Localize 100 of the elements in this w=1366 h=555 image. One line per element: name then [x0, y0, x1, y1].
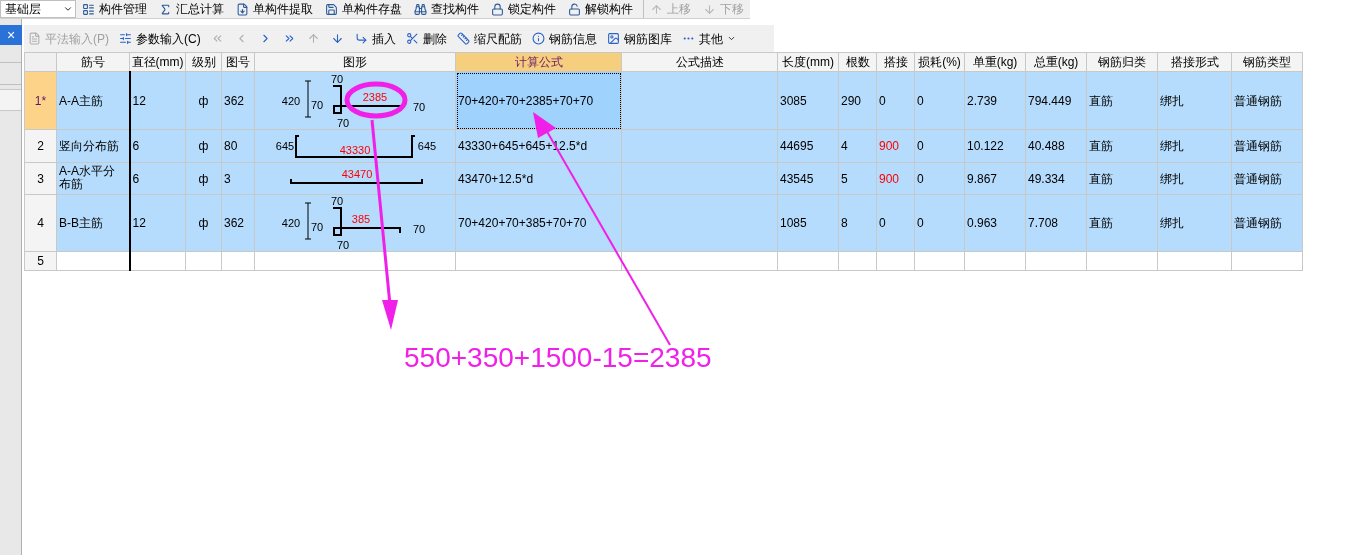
- toolbar-icon: [159, 2, 172, 16]
- table-cell: 3085: [780, 94, 807, 108]
- table-cell: 794.449: [1028, 94, 1072, 108]
- table-cell: 竖向分布筋: [59, 140, 119, 153]
- table-cell: 0: [917, 217, 924, 230]
- column-header[interactable]: 直径(mm): [129, 52, 186, 72]
- table-cell: 900: [879, 171, 900, 186]
- dimension-label: 70: [310, 98, 324, 111]
- table-cell: 362: [224, 217, 245, 230]
- toolbar-icon: [650, 2, 663, 16]
- column-header[interactable]: 根数: [838, 52, 877, 72]
- column-header[interactable]: 钢筋归类: [1086, 52, 1158, 72]
- toolbar-icon: [414, 2, 427, 16]
- toolbar-button[interactable]: 钢筋信息: [527, 28, 601, 49]
- table-cell: 绑扎: [1160, 94, 1184, 108]
- column-header[interactable]: 钢筋类型: [1231, 52, 1303, 72]
- toolbar-button[interactable]: 查找构件: [408, 0, 485, 18]
- table-cell: 3: [224, 172, 231, 186]
- table-cell: B-B主筋: [59, 217, 103, 230]
- dimension-label: 43330: [339, 144, 371, 156]
- dimension-label: 70: [336, 239, 350, 251]
- table-cell: 6: [132, 140, 140, 153]
- toolbar-button[interactable]: 构件管理: [76, 0, 153, 18]
- dimension-label: 645: [275, 140, 295, 152]
- table-cell: 12: [132, 94, 146, 108]
- column-header[interactable]: 损耗(%): [914, 52, 965, 72]
- dropdown-caret-icon: [726, 34, 736, 43]
- dimension-label: 2385: [362, 90, 388, 103]
- table-cell: 44695: [780, 140, 814, 153]
- table-cell: 43545: [780, 172, 814, 186]
- toolbar-button[interactable]: 其他: [677, 28, 740, 49]
- toolbar-icon: [703, 2, 716, 16]
- toolbar-icon: [28, 32, 41, 45]
- table-cell: 绑扎: [1160, 172, 1184, 186]
- column-header[interactable]: 图形: [254, 52, 456, 72]
- dimension-label: 43470: [341, 167, 373, 180]
- column-header[interactable]: 图号: [221, 52, 255, 72]
- toolbar-icon: [531, 32, 545, 45]
- table-cell: 362: [224, 94, 245, 108]
- toolbar-icon: [82, 2, 95, 16]
- table-cell: 4: [841, 140, 848, 153]
- table-cell: 49.334: [1028, 172, 1065, 186]
- column-header[interactable]: 筋号: [56, 52, 130, 72]
- table-cell: 9.867: [967, 172, 998, 186]
- column-header[interactable]: 长度(mm): [777, 52, 839, 72]
- table-cell: 1085: [780, 217, 807, 230]
- row-number[interactable]: 3: [24, 162, 57, 195]
- column-header[interactable]: 计算公式: [455, 52, 622, 72]
- toolbar-button[interactable]: 单构件存盘: [319, 0, 408, 18]
- table-cell: 0: [917, 94, 924, 108]
- column-header[interactable]: 级别: [185, 52, 222, 72]
- table-cell: ф: [198, 140, 209, 153]
- column-header[interactable]: 总重(kg): [1025, 52, 1087, 72]
- table-cell: 0: [879, 216, 886, 230]
- toolbar-icon: [119, 32, 132, 45]
- table-cell: 普通钢筋: [1234, 140, 1282, 153]
- toolbar-button[interactable]: 参数输入(C): [115, 28, 205, 49]
- table-cell: 0: [917, 172, 924, 186]
- table-cell: ф: [198, 94, 209, 108]
- table-cell: 直筋: [1089, 94, 1113, 108]
- toolbar-icon: [405, 32, 419, 45]
- toolbar-button[interactable]: 汇总计算: [153, 0, 230, 18]
- table-cell: 0: [879, 93, 886, 108]
- table-cell: 8: [841, 217, 848, 230]
- toolbar-button[interactable]: 解锁构件: [562, 0, 639, 18]
- row-number[interactable]: 4: [24, 194, 57, 252]
- toolbar-button[interactable]: 锁定构件: [485, 0, 562, 18]
- column-header[interactable]: 公式描述: [621, 52, 778, 72]
- row-number[interactable]: 1*: [24, 71, 57, 130]
- table-cell: ф: [198, 217, 209, 230]
- column-header[interactable]: 单重(kg): [964, 52, 1026, 72]
- toolbar-button[interactable]: 单构件提取: [230, 0, 319, 18]
- table-cell: 5: [841, 172, 848, 186]
- dimension-label: 70: [330, 72, 344, 85]
- table-cell: 直筋: [1089, 172, 1113, 186]
- table-cell: 普通钢筋: [1234, 217, 1282, 230]
- dimension-label: 70: [310, 221, 324, 233]
- close-button[interactable]: ×: [0, 25, 22, 45]
- toolbar-button[interactable]: 钢筋图库: [602, 28, 676, 49]
- table-cell: A-A主筋: [59, 94, 103, 108]
- floor-dropdown[interactable]: 基础层: [0, 0, 76, 18]
- toolbar-icon: [456, 32, 470, 45]
- dimension-label: 70: [412, 100, 426, 113]
- dimension-label: 645: [417, 140, 437, 152]
- toolbar-button[interactable]: 删除: [401, 28, 451, 49]
- row-number[interactable]: 2: [24, 129, 57, 163]
- toolbar-button[interactable]: 缩尺配筋: [452, 28, 526, 49]
- column-header[interactable]: 搭接形式: [1157, 52, 1232, 72]
- toolbar-icon: [568, 2, 581, 16]
- table-cell: 70+420+70+385+70+70: [458, 217, 587, 230]
- table-cell: ф: [198, 172, 209, 186]
- toolbar-icon: [354, 32, 368, 45]
- nav-arrow-icon: [331, 32, 345, 45]
- table-cell: 绑扎: [1160, 217, 1184, 230]
- toolbar-button[interactable]: 插入: [350, 28, 400, 49]
- table-cell: 6: [132, 172, 140, 186]
- column-header[interactable]: 搭接: [876, 52, 915, 72]
- toolbar-icon: [491, 2, 504, 16]
- table-cell: 0.963: [967, 217, 998, 230]
- toolbar-icon: [236, 2, 249, 16]
